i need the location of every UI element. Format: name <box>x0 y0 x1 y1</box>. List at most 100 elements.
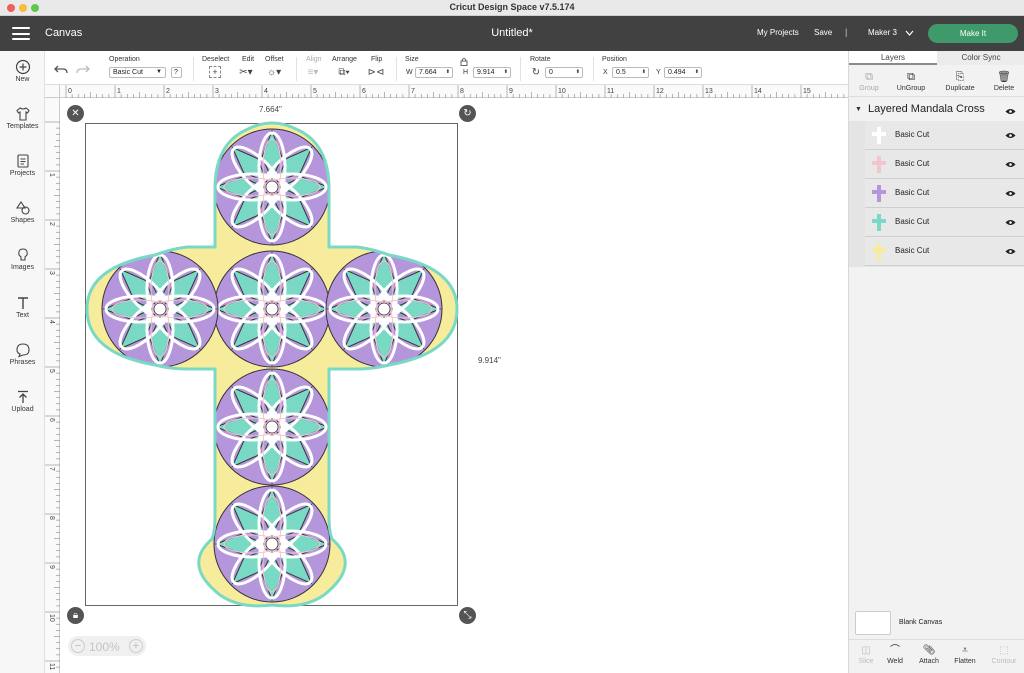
divider <box>593 57 594 81</box>
flatten-button[interactable]: ⩡ Flatten <box>949 644 981 665</box>
rotate-value: 0 <box>549 69 553 76</box>
bottom-actions: ◫ Slice ⌒ Weld 📎︎ Attach ⩡ Flatten ⬚ Con… <box>849 639 1024 673</box>
design-canvas[interactable]: 7.664" 9.914" ✕ ↻ 🔒︎ ⤡ − 100% + <box>61 99 848 673</box>
operation-select[interactable]: Basic Cut ▼ <box>109 67 166 78</box>
sidebar-item-new[interactable]: New <box>0 59 45 83</box>
slice-button[interactable]: ◫ Slice <box>850 644 882 665</box>
layers-panel: Layers Color Sync ⧉ Group ⧉ UnGroup ⎘ Du… <box>848 51 1024 673</box>
attach-label: Attach <box>919 658 939 665</box>
x-position-field[interactable]: 0.5 ⬍ <box>612 67 649 78</box>
make-it-button[interactable]: Make It <box>928 24 1018 43</box>
trash-icon: 🗑︎ <box>997 71 1011 83</box>
sidebar-item-projects[interactable]: Projects <box>0 153 45 177</box>
layer-name: Basic Cut <box>895 188 930 197</box>
ruler-label: 7 <box>48 467 55 471</box>
ungroup-button[interactable]: ⧉ UnGroup <box>891 69 931 92</box>
blank-canvas-label: Blank Canvas <box>899 619 943 626</box>
flatten-label: Flatten <box>954 658 976 665</box>
flip-icon[interactable]: ⊳⊲ <box>367 66 385 79</box>
attach-button[interactable]: 📎︎ Attach <box>913 644 945 665</box>
resize-handle-icon[interactable]: ⤡ <box>459 607 476 624</box>
contour-icon: ⬚ <box>999 645 1009 656</box>
layer-row[interactable]: Basic Cut <box>865 208 1024 237</box>
eye-icon[interactable] <box>1005 108 1016 115</box>
delete-button[interactable]: 🗑︎ Delete <box>984 69 1024 92</box>
scissors-icon[interactable]: ✂▾ <box>239 66 253 79</box>
ruler-corner <box>45 85 60 98</box>
rotate-field[interactable]: 0 ⬍ <box>545 67 583 78</box>
eye-icon[interactable] <box>1005 219 1016 226</box>
layer-row[interactable]: Basic Cut <box>865 237 1024 266</box>
menu-icon[interactable] <box>12 27 30 40</box>
lock-icon[interactable] <box>460 57 468 66</box>
eye-icon[interactable] <box>1005 161 1016 168</box>
y-position-field[interactable]: 0.494 ⬍ <box>664 67 702 78</box>
layer-name: Basic Cut <box>895 130 930 139</box>
eye-icon[interactable] <box>1005 190 1016 197</box>
layer-actions: ⧉ Group ⧉ UnGroup ⎘ Duplicate 🗑︎ Delete <box>849 67 1024 97</box>
layer-row[interactable]: Basic Cut <box>865 121 1024 150</box>
save-button[interactable]: Save <box>814 28 832 37</box>
tab-color-sync[interactable]: Color Sync <box>937 51 1024 65</box>
ruler-label: 11 <box>48 663 55 670</box>
blank-canvas-swatch[interactable] <box>855 611 891 635</box>
height-field[interactable]: 9.914 ⬍ <box>473 67 511 78</box>
undo-icon[interactable] <box>54 63 68 75</box>
operation-label: Operation <box>109 56 140 63</box>
sidebar-item-templates[interactable]: Templates <box>0 106 45 130</box>
zoom-control: − 100% + <box>68 636 146 656</box>
align-icon[interactable]: ≡▾ <box>306 66 320 79</box>
group-icon: ⧉ <box>865 71 873 83</box>
duplicate-icon: ⎘ <box>955 71 965 83</box>
sidebar-item-shapes[interactable]: Shapes <box>0 200 45 224</box>
eye-icon[interactable] <box>1005 132 1016 139</box>
redo-icon[interactable] <box>76 63 90 75</box>
ruler-label: 4 <box>264 88 268 95</box>
chevron-down-icon[interactable]: ▼ <box>855 106 862 113</box>
mandala-cross-artwork[interactable] <box>61 99 848 673</box>
ruler-label: 6 <box>48 418 55 422</box>
offset-icon[interactable]: ☼▾ <box>267 66 281 79</box>
layer-row[interactable]: Basic Cut <box>865 179 1024 208</box>
width-field[interactable]: 7.664 ⬍ <box>415 67 453 78</box>
group-button[interactable]: ⧉ Group <box>849 69 889 92</box>
document-title[interactable]: Untitled* <box>491 27 533 39</box>
machine-select[interactable]: Maker 3 <box>868 28 914 37</box>
ruler-label: 1 <box>117 88 121 95</box>
arrange-icon[interactable]: ⧉▾ <box>337 66 351 79</box>
app-header: Canvas Untitled* My Projects Save | Make… <box>0 16 1024 51</box>
y-value: 0.494 <box>668 69 686 76</box>
operation-value: Basic Cut <box>113 69 143 76</box>
deselect-icon[interactable]: + <box>209 66 221 78</box>
tab-layers[interactable]: Layers <box>849 51 937 65</box>
header-separator: | <box>845 27 848 37</box>
cross-thumbnail-icon <box>872 214 886 231</box>
delete-label: Delete <box>993 85 1015 92</box>
contour-button[interactable]: ⬚ Contour <box>988 644 1020 665</box>
my-projects-button[interactable]: My Projects <box>757 28 799 37</box>
layer-list: Basic Cut Basic Cut Basic Cut Basic Cut … <box>849 121 1024 267</box>
sidebar-item-images[interactable]: Images <box>0 247 45 271</box>
slice-icon: ◫ <box>861 645 871 656</box>
weld-button[interactable]: ⌒ Weld <box>879 644 911 665</box>
close-icon[interactable]: ✕ <box>67 105 84 122</box>
rotate-handle-icon[interactable]: ↻ <box>459 105 476 122</box>
ruler-label: 1 <box>48 173 55 177</box>
operation-help-button[interactable]: ? <box>171 67 182 78</box>
eye-icon[interactable] <box>1005 248 1016 255</box>
ruler-label: 5 <box>313 88 317 95</box>
sidebar-label: Text <box>16 312 29 319</box>
divider <box>193 57 194 81</box>
zoom-out-button[interactable]: − <box>71 639 85 653</box>
sidebar-item-text[interactable]: Text <box>0 295 45 319</box>
lock-proportions-icon[interactable]: 🔒︎ <box>67 607 84 624</box>
zoom-in-button[interactable]: + <box>129 639 143 653</box>
duplicate-button[interactable]: ⎘ Duplicate <box>940 69 980 92</box>
section-title: Canvas <box>45 27 83 39</box>
layer-row[interactable]: Basic Cut <box>865 150 1024 179</box>
layer-group-header[interactable]: ▼ Layered Mandala Cross <box>849 101 1024 121</box>
sidebar-item-upload[interactable]: Upload <box>0 389 45 413</box>
sidebar-item-phrases[interactable]: Phrases <box>0 342 45 366</box>
upload-icon <box>17 390 28 403</box>
divider <box>520 57 521 81</box>
